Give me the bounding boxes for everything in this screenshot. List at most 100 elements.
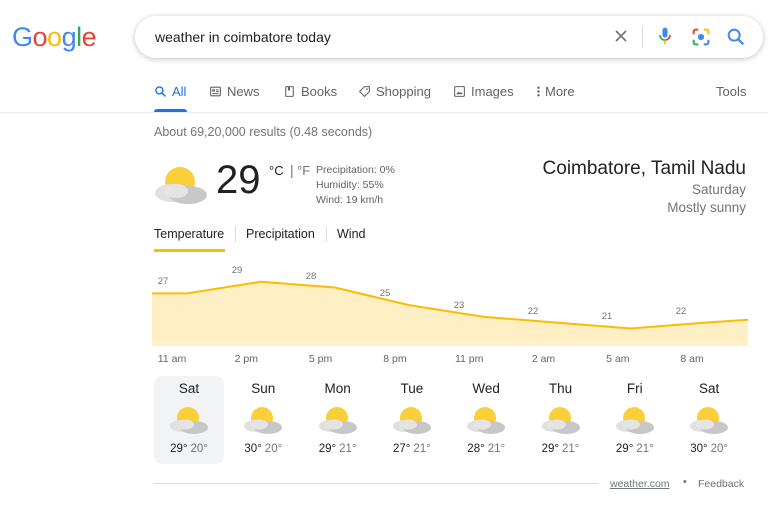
- location-title: Coimbatore, Tamil Nadu: [542, 158, 746, 179]
- tab-shopping[interactable]: Shopping: [358, 84, 431, 99]
- close-icon[interactable]: [611, 26, 631, 46]
- forecast-day[interactable]: Fri 29° 21°: [600, 376, 670, 464]
- partly-cloudy-icon: [155, 167, 207, 204]
- current-temperature: 29: [216, 158, 261, 202]
- forecast-temps: 29° 20°: [154, 443, 224, 455]
- chart-value-label: 22: [675, 305, 687, 317]
- chart-value-label: 28: [305, 270, 317, 282]
- forecast-low: 21°: [413, 443, 431, 455]
- search-input[interactable]: weather in coimbatore today: [155, 29, 331, 45]
- tab-label: More: [545, 84, 575, 99]
- search-icon[interactable]: [725, 26, 747, 48]
- chart-value-label: 21: [601, 311, 613, 323]
- search-box[interactable]: weather in coimbatore today: [135, 16, 763, 58]
- celsius-toggle[interactable]: °C: [269, 163, 284, 178]
- tab-label: All: [172, 84, 187, 99]
- time-tick-label: 11 pm: [454, 353, 484, 365]
- logo-letter: g: [61, 22, 77, 52]
- forecast-day-name: Wed: [472, 381, 500, 396]
- forecast-day[interactable]: Sat 29° 20°: [154, 376, 224, 464]
- forecast-day[interactable]: Mon 29° 21°: [303, 376, 373, 464]
- forecast-day[interactable]: Tue 27° 21°: [377, 376, 447, 464]
- forecast-low: 21°: [339, 443, 357, 455]
- humidity-text: Humidity: 55%: [316, 179, 384, 191]
- partly-cloudy-icon: [615, 407, 654, 434]
- current-condition: Mostly sunny: [667, 200, 746, 215]
- image-icon: [454, 86, 465, 97]
- forecast-low: 21°: [487, 443, 506, 455]
- forecast-high: 29°: [615, 443, 634, 455]
- time-tick-label: 2 pm: [234, 353, 258, 365]
- forecast-high: 30°: [690, 443, 708, 455]
- source-link[interactable]: weather.com: [610, 478, 670, 490]
- forecast-day[interactable]: Wed 28° 21°: [451, 376, 521, 464]
- precipitation-text: Precipitation: 0%: [316, 164, 395, 176]
- forecast-day-name: Tue: [400, 381, 424, 396]
- forecast-day[interactable]: Sun 30° 20°: [228, 376, 298, 464]
- fahrenheit-toggle[interactable]: °F: [297, 163, 310, 178]
- tab-all[interactable]: All: [154, 84, 186, 99]
- forecast-high: 29°: [318, 443, 337, 455]
- subtab-wind[interactable]: Wind: [337, 227, 365, 241]
- current-day: Saturday: [691, 182, 746, 197]
- chart-value-label: 25: [379, 288, 391, 300]
- subtab-indicator: [154, 249, 225, 252]
- camera-lens-icon[interactable]: [690, 26, 712, 48]
- tab-news[interactable]: News: [209, 84, 260, 99]
- tools-button[interactable]: Tools: [716, 84, 746, 99]
- chart-value-label: 29: [231, 264, 243, 276]
- forecast-high: 27°: [393, 443, 411, 455]
- forecast-day[interactable]: Sat 30° 20°: [674, 376, 744, 464]
- forecast-low: 21°: [636, 443, 654, 455]
- temperature-area: [152, 281, 748, 346]
- logo-letter: G: [12, 22, 33, 52]
- partly-cloudy-icon: [690, 407, 729, 434]
- logo-letter: o: [47, 22, 62, 52]
- forecast-low: 20°: [264, 443, 283, 455]
- partly-cloudy-icon: [467, 407, 506, 434]
- tab-label: Shopping: [376, 84, 431, 99]
- partly-cloudy-icon: [170, 407, 208, 434]
- subtab-divider: [235, 226, 236, 242]
- google-logo[interactable]: Google: [12, 22, 97, 53]
- search-icon: [155, 86, 166, 97]
- forecast-low: 20°: [710, 443, 728, 455]
- tab-more[interactable]: More: [536, 84, 575, 99]
- chart-value-label: 22: [527, 305, 539, 317]
- forecast-temps: 29° 21°: [600, 443, 670, 455]
- forecast-high: 28°: [467, 443, 485, 455]
- time-tick-label: 8 pm: [383, 353, 407, 365]
- chart-value-label: 23: [453, 299, 465, 311]
- mic-icon[interactable]: [655, 25, 675, 47]
- forecast-high: 29°: [541, 443, 559, 455]
- feedback-link[interactable]: Feedback: [698, 478, 744, 490]
- forecast-day[interactable]: Thu 29° 21°: [526, 376, 596, 464]
- subtab-temperature[interactable]: Temperature: [154, 227, 224, 241]
- forecast-temps: 29° 21°: [526, 443, 596, 455]
- forecast-temps: 29° 21°: [303, 443, 373, 455]
- kebab-icon: [537, 86, 540, 97]
- tab-images[interactable]: Images: [453, 84, 514, 99]
- forecast-day-name: Sat: [178, 381, 200, 396]
- time-tick-label: 8 am: [680, 353, 704, 365]
- time-tick-label: 2 am: [531, 353, 556, 365]
- book-icon: [285, 86, 294, 97]
- subtab-divider: [326, 226, 327, 242]
- subtab-precipitation[interactable]: Precipitation: [246, 227, 315, 241]
- tab-label: News: [227, 84, 260, 99]
- search-tabs: All News Books Shopping Images More: [154, 84, 594, 112]
- time-tick-label: 5 am: [606, 353, 630, 365]
- newspaper-icon: [210, 86, 221, 97]
- tab-books[interactable]: Books: [283, 84, 337, 99]
- header-divider: [0, 112, 768, 113]
- forecast-temps: 28° 21°: [451, 443, 521, 455]
- forecast-day-name: Sun: [251, 381, 276, 396]
- partly-cloudy-icon: [318, 407, 357, 434]
- forecast-high: 29°: [170, 443, 188, 455]
- time-tick-label: 5 pm: [308, 353, 333, 365]
- partly-cloudy-icon: [244, 407, 283, 434]
- forecast-day-name: Mon: [324, 381, 351, 396]
- forecast-low: 20°: [190, 443, 208, 455]
- logo-letter: o: [32, 22, 48, 52]
- footer-separator: •: [683, 476, 687, 488]
